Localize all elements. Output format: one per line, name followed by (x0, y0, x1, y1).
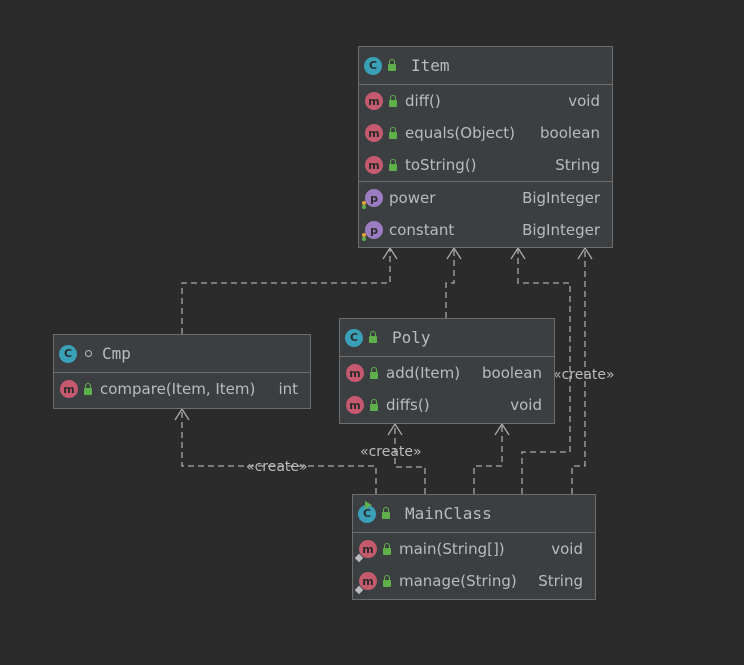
method-name: main(String[]) (399, 540, 505, 558)
class-name: Cmp (102, 344, 131, 363)
class-icon: C (59, 344, 77, 363)
methods-section: m compare(Item, Item) int (54, 373, 310, 405)
public-lock-icon (389, 94, 397, 107)
method-row[interactable]: m manage(String) String (353, 565, 595, 597)
method-icon: m (365, 92, 383, 110)
class-header: C Item (359, 47, 612, 85)
property-row[interactable]: p constant BigInteger (359, 214, 612, 246)
public-lock-icon (388, 59, 396, 71)
create-label-poly: «create» (360, 444, 422, 460)
method-type: void (568, 92, 600, 110)
property-icon: p (362, 189, 383, 209)
method-name: diff() (405, 92, 441, 110)
method-icon: m (60, 380, 78, 398)
method-type: boolean (482, 364, 542, 382)
methods-section: m diff() void m equals(Object) boolean m… (359, 85, 612, 182)
class-mainclass[interactable]: C MainClass m main(String[]) void m mana… (352, 494, 596, 600)
public-lock-icon (389, 158, 397, 171)
method-row[interactable]: m toString() String (359, 149, 612, 181)
class-icon: C (364, 56, 382, 75)
method-type: void (551, 540, 583, 558)
public-lock-icon (370, 398, 378, 411)
method-icon: m (346, 364, 364, 382)
method-name: toString() (405, 156, 477, 174)
method-name: diffs() (386, 396, 430, 414)
public-lock-icon (370, 366, 378, 379)
class-icon: C (345, 328, 363, 347)
class-icon: C (358, 500, 376, 523)
public-lock-icon (383, 574, 391, 587)
method-name: manage(String) (399, 572, 517, 590)
accessor-dots-icon (362, 201, 368, 209)
method-type: void (510, 396, 542, 414)
run-arrow-icon (365, 500, 372, 509)
class-header: C Cmp (54, 335, 310, 373)
package-private-icon (85, 350, 92, 357)
method-row[interactable]: m main(String[]) void (353, 533, 595, 565)
method-row[interactable]: m diffs() void (340, 389, 554, 421)
property-type: BigInteger (522, 221, 600, 239)
method-row[interactable]: m compare(Item, Item) int (54, 373, 310, 405)
edge-mainclass-poly (473, 424, 503, 494)
class-name: Poly (392, 328, 431, 347)
class-header: C Poly (340, 319, 554, 357)
class-header: C MainClass (353, 495, 595, 533)
accessor-dots-icon (362, 233, 368, 241)
method-name: equals(Object) (405, 124, 515, 142)
method-name: compare(Item, Item) (100, 380, 256, 398)
properties-section: p power BigInteger p constant BigInteger (359, 182, 612, 246)
method-type: boolean (540, 124, 600, 142)
class-name: Item (411, 56, 450, 75)
public-lock-icon (84, 382, 92, 395)
methods-section: m main(String[]) void m manage(String) S… (353, 533, 595, 597)
create-label-item: «create» (553, 367, 615, 383)
method-row[interactable]: m add(Item) boolean (340, 357, 554, 389)
method-icon: m (354, 572, 377, 595)
property-name: power (389, 189, 436, 207)
method-type: String (538, 572, 583, 590)
public-lock-icon (382, 507, 390, 519)
methods-section: m add(Item) boolean m diffs() void (340, 357, 554, 421)
method-icon: m (346, 396, 364, 414)
create-label-cmp: «create» (246, 459, 308, 475)
property-icon: p (362, 221, 383, 241)
method-icon: m (365, 156, 383, 174)
method-name: add(Item) (386, 364, 461, 382)
method-icon: m (354, 540, 377, 563)
public-lock-icon (389, 126, 397, 139)
method-type: int (278, 380, 298, 398)
class-item[interactable]: C Item m diff() void m equals(Object) bo… (358, 46, 613, 248)
property-name: constant (389, 221, 455, 239)
method-row[interactable]: m diff() void (359, 85, 612, 117)
class-cmp[interactable]: C Cmp m compare(Item, Item) int (53, 334, 311, 409)
public-lock-icon (369, 331, 377, 343)
method-type: String (555, 156, 600, 174)
property-type: BigInteger (522, 189, 600, 207)
property-row[interactable]: p power BigInteger (359, 182, 612, 214)
class-name: MainClass (405, 504, 492, 523)
method-row[interactable]: m equals(Object) boolean (359, 117, 612, 149)
class-poly[interactable]: C Poly m add(Item) boolean m diffs() voi… (339, 318, 555, 424)
public-lock-icon (383, 542, 391, 555)
method-icon: m (365, 124, 383, 142)
